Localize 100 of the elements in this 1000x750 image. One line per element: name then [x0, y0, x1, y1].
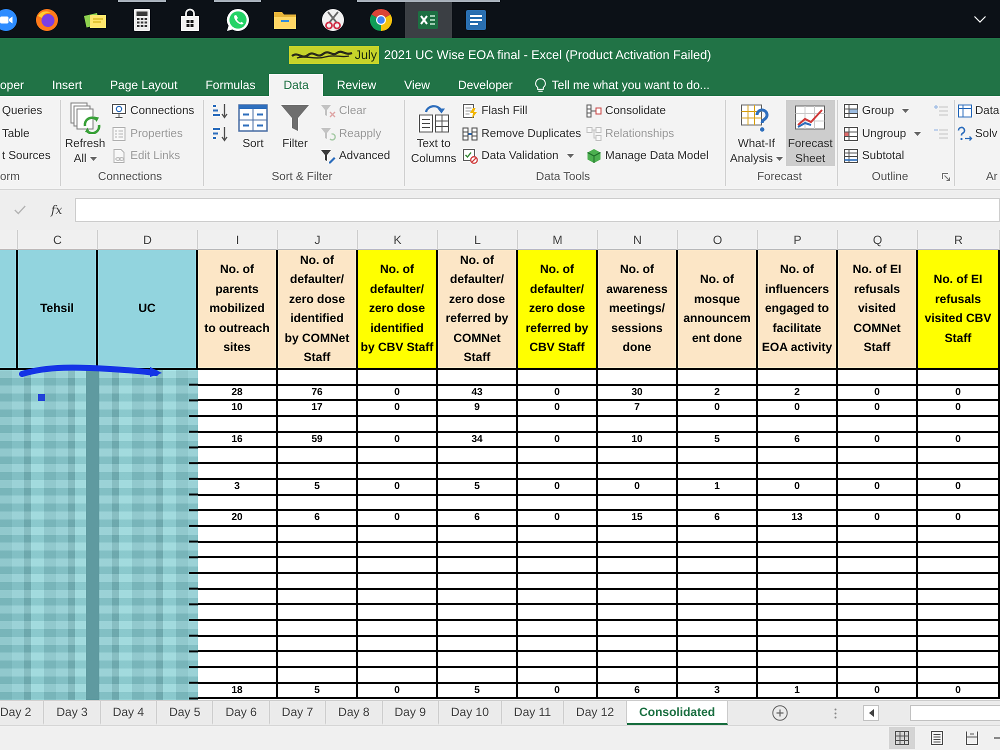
table-header-cell: No. of defaulter/ zero dose referred by COMNet Staff [438, 250, 518, 368]
monitor-icon [111, 103, 128, 120]
table-cell: 6 [598, 684, 678, 700]
table-cell: 0 [918, 386, 1000, 402]
table-cell: 0 [918, 480, 1000, 496]
filter-clear-icon [320, 103, 336, 120]
filter-icon [279, 102, 311, 134]
question-arrow-icon [957, 126, 973, 142]
ribbon-group-label: orm [0, 171, 21, 183]
ribbon-button[interactable]: Flash Fill [461, 100, 582, 122]
view-button[interactable] [889, 727, 915, 749]
table-header-cell: No. of EI refusals visited COMNet Staff [838, 250, 918, 368]
table-cell: 9 [438, 401, 518, 418]
relationships-icon [586, 126, 602, 142]
ribbon-group-label: Ar [985, 171, 998, 183]
ribbon-tab[interactable]: Developer [444, 74, 527, 96]
table-cell: 0 [758, 401, 838, 418]
ungroup-icon [843, 126, 859, 142]
ribbon-button[interactable]: Connections [110, 100, 196, 122]
table-header-cell: No. of defaulter/ zero dose referred by CBV Staff [518, 250, 598, 368]
ribbon-button[interactable]: Solv [956, 122, 1000, 145]
table-cell: 76 [278, 386, 358, 402]
table-cell: 43 [438, 386, 518, 402]
table-cell: 0 [838, 432, 918, 448]
ribbon-button[interactable]: t Sources [1, 145, 52, 168]
ribbon-tab[interactable]: Page Layout [96, 74, 192, 96]
table-cell: 5 [278, 684, 358, 700]
ribbon-large-button[interactable]: What-If Analysis [728, 100, 785, 166]
ribbon-button[interactable]: Data [956, 100, 1000, 122]
plus-circle-icon [772, 705, 788, 721]
ribbon-button[interactable]: Data Validation [461, 145, 582, 168]
scrollbar-track[interactable] [910, 705, 1000, 721]
ribbon-tab[interactable]: Insert [38, 74, 96, 96]
text-to-columns-icon [418, 102, 450, 134]
table-cell: 10 [598, 432, 678, 448]
table-header-cell: No. of defaulter/ zero dose identified by COMNet Staff [278, 250, 358, 368]
table-cell: 0 [518, 511, 598, 527]
ribbon-button[interactable]: Consolidate [585, 100, 710, 122]
ribbon-large-button[interactable]: Filter [277, 100, 313, 166]
table-cell: 5 [278, 480, 358, 496]
table-header-cell: No. of defaulter/ zero dose identified by CBV Staff [358, 250, 438, 368]
grid-icon [895, 731, 909, 745]
table-cell: 3 [198, 480, 278, 496]
ribbon-button[interactable]: Manage Data Model [585, 145, 710, 168]
ribbon-button[interactable]: Queries [1, 100, 52, 122]
table-cell: 34 [438, 432, 518, 448]
tell-me-field[interactable]: Tell me what you want to do... [526, 74, 731, 96]
formula-input[interactable] [75, 198, 1000, 222]
chevron-down-icon [974, 16, 986, 22]
ribbon-button[interactable]: Remove Duplicates [461, 122, 582, 145]
taskbar-app-button[interactable] [404, 0, 452, 38]
ribbon-tab[interactable]: Review [322, 74, 390, 96]
table-cell: 0 [518, 401, 598, 418]
ribbon-group-label: Outline [870, 171, 910, 183]
ribbon-large-button[interactable]: Sort [235, 100, 271, 166]
page-break-icon [965, 731, 979, 745]
lightbulb-icon [534, 78, 546, 92]
ribbon-button[interactable]: Ungroup [842, 122, 922, 145]
ribbon-button[interactable]: Subtotal [842, 145, 922, 168]
flash-fill-icon [462, 103, 478, 120]
table-cell: 3 [678, 684, 758, 700]
ribbon-large-button[interactable]: Text to Columns [409, 100, 458, 166]
ribbon-tab[interactable]: Data [269, 74, 323, 96]
splitter-handle[interactable] [834, 708, 838, 718]
ribbon-button[interactable]: Table [1, 122, 52, 145]
consolidate-icon [586, 103, 602, 120]
table-cell: 0 [838, 511, 918, 527]
ribbon-tab[interactable]: Formulas [191, 74, 270, 96]
ribbon-group-label: Sort & Filter [270, 171, 334, 183]
triangle-left-icon [868, 709, 874, 717]
window-title: 2021 UC Wise EOA final - Excel (Product Activation Failed) [384, 47, 712, 64]
spreadsheet-icon [416, 8, 440, 32]
table-header-cell: Tehsil [18, 250, 98, 368]
ribbon-group-label: Data Tools [534, 171, 592, 183]
ribbon-tab[interactable]: oper [0, 74, 38, 96]
ribbon-tab[interactable]: View [390, 74, 444, 96]
sheet-tab[interactable]: Consolidated [627, 701, 728, 725]
table-cell: 6 [678, 511, 758, 527]
table-cell: 0 [918, 432, 1000, 448]
group-icon [843, 103, 859, 120]
scissors-icon [320, 8, 345, 32]
ribbon-large-button[interactable]: Forecast Sheet [786, 100, 835, 166]
table-cell: 59 [278, 432, 358, 448]
ribbon-button[interactable]: Group [842, 100, 922, 122]
table-cell: 0 [518, 386, 598, 402]
drag-handle-icon [834, 708, 838, 718]
scribble-icon [288, 46, 355, 64]
document-link-icon [111, 148, 128, 164]
table-cell: 6 [438, 511, 518, 527]
table-cell: 0 [358, 511, 438, 527]
remove-duplicates-icon [462, 126, 478, 142]
insert-function-button[interactable]: fx [48, 199, 66, 221]
filter-reapply-icon [320, 126, 336, 142]
scroll-left-button[interactable] [863, 705, 880, 721]
ribbon-large-button[interactable]: Refresh All [63, 100, 108, 166]
table-cell: 0 [918, 401, 1000, 418]
table-cell: 7 [598, 401, 678, 418]
ribbon-button[interactable]: Advanced [319, 145, 392, 168]
refresh-icon [69, 102, 102, 134]
add-sheet-button[interactable] [772, 705, 788, 721]
